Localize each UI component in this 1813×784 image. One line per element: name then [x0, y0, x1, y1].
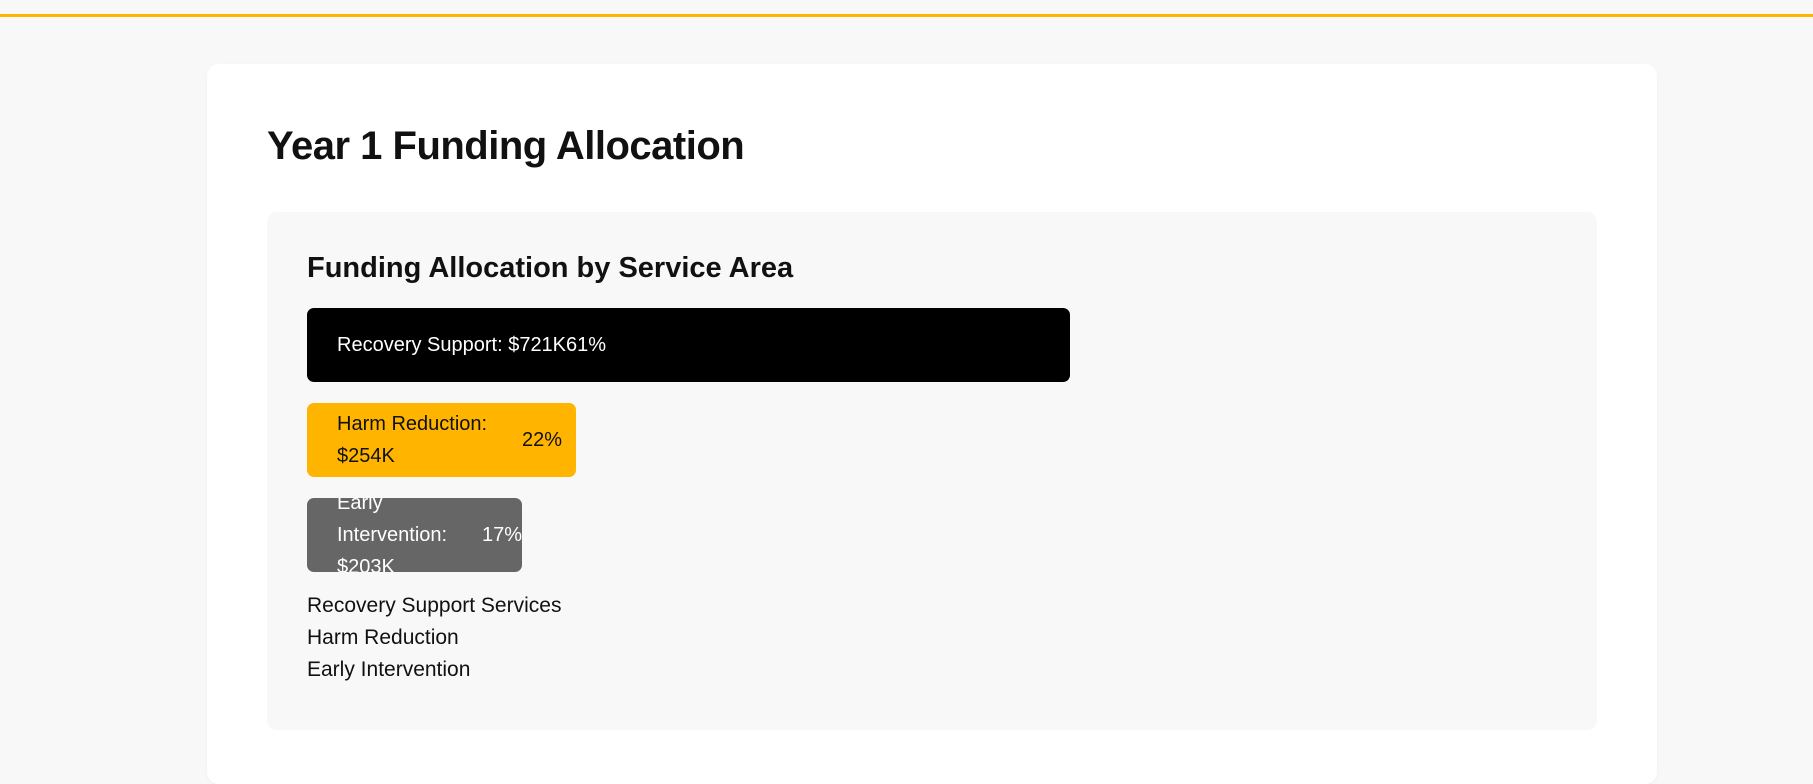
content-card: Year 1 Funding Allocation Funding Alloca…	[207, 64, 1657, 784]
bar-percent-label: 17%	[481, 524, 522, 546]
bar-label: Recovery Support: $721K	[337, 334, 567, 356]
bar-percent-label: 22%	[522, 429, 563, 451]
page-title: Year 1 Funding Allocation	[267, 124, 745, 168]
bar-list: Recovery Support: $721K 61% Harm Reducti…	[307, 308, 1557, 593]
chart-legend: Recovery Support Services Harm Reduction…	[307, 590, 561, 686]
bar-early-intervention: Early Intervention: $203K 17%	[307, 498, 522, 572]
legend-item: Early Intervention	[307, 658, 471, 681]
top-accent-line	[0, 14, 1813, 17]
bar-recovery-support: Recovery Support: $721K 61%	[307, 308, 1070, 382]
bar-label: Harm Reduction: $254K	[337, 413, 488, 467]
bar-label: Early Intervention: $203K	[337, 498, 448, 572]
legend-item: Harm Reduction	[307, 626, 459, 649]
funding-chart-panel: Funding Allocation by Service Area Recov…	[267, 212, 1597, 730]
legend-item: Recovery Support Services	[307, 594, 562, 617]
bar-percent-label: 61%	[566, 334, 607, 356]
chart-title: Funding Allocation by Service Area	[307, 252, 794, 284]
bar-harm-reduction: Harm Reduction: $254K 22%	[307, 403, 576, 477]
